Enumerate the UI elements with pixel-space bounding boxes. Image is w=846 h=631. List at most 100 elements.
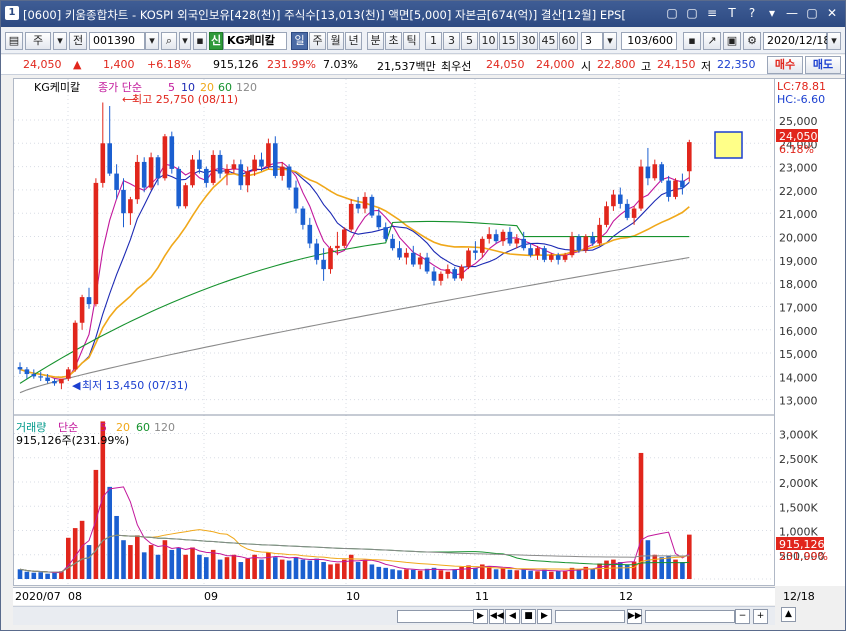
candle — [66, 369, 71, 379]
volume-bar — [576, 569, 582, 579]
ma-120-line — [19, 256, 690, 394]
chart-area[interactable]: KG케미칼 종가 단순 5 10 20 60 120 ⟵ 최고 25,750 (… — [13, 78, 775, 586]
code-dropdown-icon[interactable]: ▾ — [145, 32, 159, 50]
zoom-icon[interactable]: ↗ — [703, 32, 721, 50]
scroll-play-button[interactable]: ▶ — [473, 609, 488, 624]
link-icon[interactable]: ▢ — [683, 5, 701, 22]
price-volume-chart[interactable]: KG케미칼 종가 단순 5 10 20 60 120 ⟵ 최고 25,750 (… — [14, 79, 774, 585]
volume-bar — [155, 554, 161, 579]
candle — [369, 196, 375, 216]
scroll-bar[interactable]: ▶ ◀◀ ◀ ■ ▶ ▶▶ − + — [13, 606, 775, 625]
candle — [204, 168, 209, 183]
volume-bar — [217, 559, 223, 579]
volume-bar — [680, 562, 685, 579]
minute-option-5[interactable]: 5 — [461, 32, 478, 50]
candle — [562, 255, 568, 260]
vol-ma-60-legend: 60 — [136, 421, 150, 434]
scroll-next-button[interactable]: ▶ — [537, 609, 552, 624]
sell-button[interactable]: 매도 — [805, 56, 841, 74]
candle — [486, 234, 492, 239]
related-icon[interactable]: ▪ — [193, 32, 207, 50]
y-tick-label: 18,000 — [779, 278, 818, 291]
zoom-out-button[interactable]: − — [735, 609, 750, 624]
volume-bar — [424, 568, 430, 579]
save-icon[interactable]: ▣ — [723, 32, 741, 50]
selection-box[interactable] — [714, 131, 743, 159]
settings-icon[interactable]: ⚙ — [743, 32, 761, 50]
count-input[interactable]: 3 — [581, 32, 603, 50]
volume-bar — [417, 570, 423, 579]
candle — [362, 196, 368, 209]
minute-option-3[interactable]: 3 — [443, 32, 460, 50]
date-dropdown-icon[interactable]: ▾ — [827, 32, 841, 50]
candle — [624, 203, 630, 218]
zoom-slider[interactable] — [555, 610, 625, 623]
restore-layout-icon[interactable]: ▢ — [663, 5, 681, 22]
interval-tick[interactable]: 틱 — [403, 32, 420, 50]
date-input[interactable]: 2020/12/18 — [763, 32, 830, 50]
y-tick-label: 15,000 — [779, 348, 818, 361]
y-tick-label: 16,000 — [779, 325, 818, 338]
volume-current-label: 915,126주(231.99%) — [16, 434, 129, 447]
buy-button[interactable]: 매수 — [767, 56, 803, 74]
best-bid-value: 24,050 — [486, 58, 525, 71]
search-dropdown-icon[interactable]: ▾ — [179, 32, 191, 50]
prev-button[interactable]: 전 — [69, 32, 87, 50]
candle — [431, 271, 437, 281]
search-icon[interactable]: ⌕ — [161, 32, 177, 50]
text-icon[interactable]: T — [723, 5, 741, 22]
scroll-first-button[interactable]: ◀◀ — [489, 609, 504, 624]
volume-bar — [190, 547, 195, 579]
candle — [100, 143, 106, 183]
minute-option-10[interactable]: 10 — [479, 32, 498, 50]
high-value: 24,150 — [657, 58, 696, 71]
minute-option-1[interactable]: 1 — [425, 32, 442, 50]
vol-ma-60-line — [19, 534, 690, 573]
candle — [197, 159, 202, 169]
minute-option-15[interactable]: 15 — [499, 32, 518, 50]
minute-option-45[interactable]: 45 — [539, 32, 558, 50]
help-icon[interactable]: ? — [743, 5, 761, 22]
interval-second[interactable]: 초 — [385, 32, 402, 50]
lc-label: LC:78.81 — [777, 80, 826, 93]
period-select[interactable]: 주 — [25, 32, 51, 50]
close-button[interactable]: ✕ — [823, 5, 841, 22]
volume-bar — [362, 560, 368, 579]
y-tick-label: 21,000 — [779, 208, 818, 221]
candle — [638, 166, 644, 209]
scroll-stop-button[interactable]: ■ — [521, 609, 536, 624]
candle — [687, 142, 692, 172]
minute-option-30[interactable]: 30 — [519, 32, 538, 50]
volume-bar — [266, 552, 271, 579]
interval-month[interactable]: 월 — [327, 32, 344, 50]
layout-icon[interactable]: ▤ — [5, 32, 23, 50]
minimize-button[interactable]: — — [783, 5, 801, 22]
candle — [604, 206, 609, 225]
zoom-track[interactable] — [645, 610, 735, 623]
candle — [480, 238, 485, 253]
maximize-button[interactable]: ▢ — [803, 5, 821, 22]
candle — [238, 164, 244, 186]
bar-mode-icon[interactable]: ▪ — [683, 32, 701, 50]
scroll-prev-button[interactable]: ◀ — [505, 609, 520, 624]
period-dropdown-icon[interactable]: ▾ — [53, 32, 67, 50]
interval-minute[interactable]: 분 — [367, 32, 384, 50]
dropdown-icon[interactable]: ▾ — [763, 5, 781, 22]
stock-code-input[interactable]: 001390 — [89, 32, 145, 50]
count-dropdown-icon[interactable]: ▾ — [603, 32, 617, 50]
vol-tick-label: 3,000K — [779, 429, 818, 442]
interval-year[interactable]: 년 — [345, 32, 362, 50]
collapse-button[interactable]: ▲ — [781, 607, 796, 622]
candle — [314, 243, 319, 260]
menu-icon[interactable]: ≡ — [703, 5, 721, 22]
zoom-in-button[interactable]: + — [753, 609, 768, 624]
interval-day[interactable]: 일 — [291, 32, 308, 50]
minute-option-60[interactable]: 60 — [559, 32, 578, 50]
x-label-sep: 09 — [204, 590, 218, 603]
interval-week[interactable]: 주 — [309, 32, 326, 50]
volume-bar — [542, 569, 547, 579]
title-bar: 1 [0600] 키움종합차트 - KOSPI 외국인보유[428(천)] 주식… — [1, 1, 845, 27]
candle — [183, 185, 188, 207]
candle — [224, 168, 230, 174]
scroll-last-button[interactable]: ▶▶ — [627, 609, 642, 624]
